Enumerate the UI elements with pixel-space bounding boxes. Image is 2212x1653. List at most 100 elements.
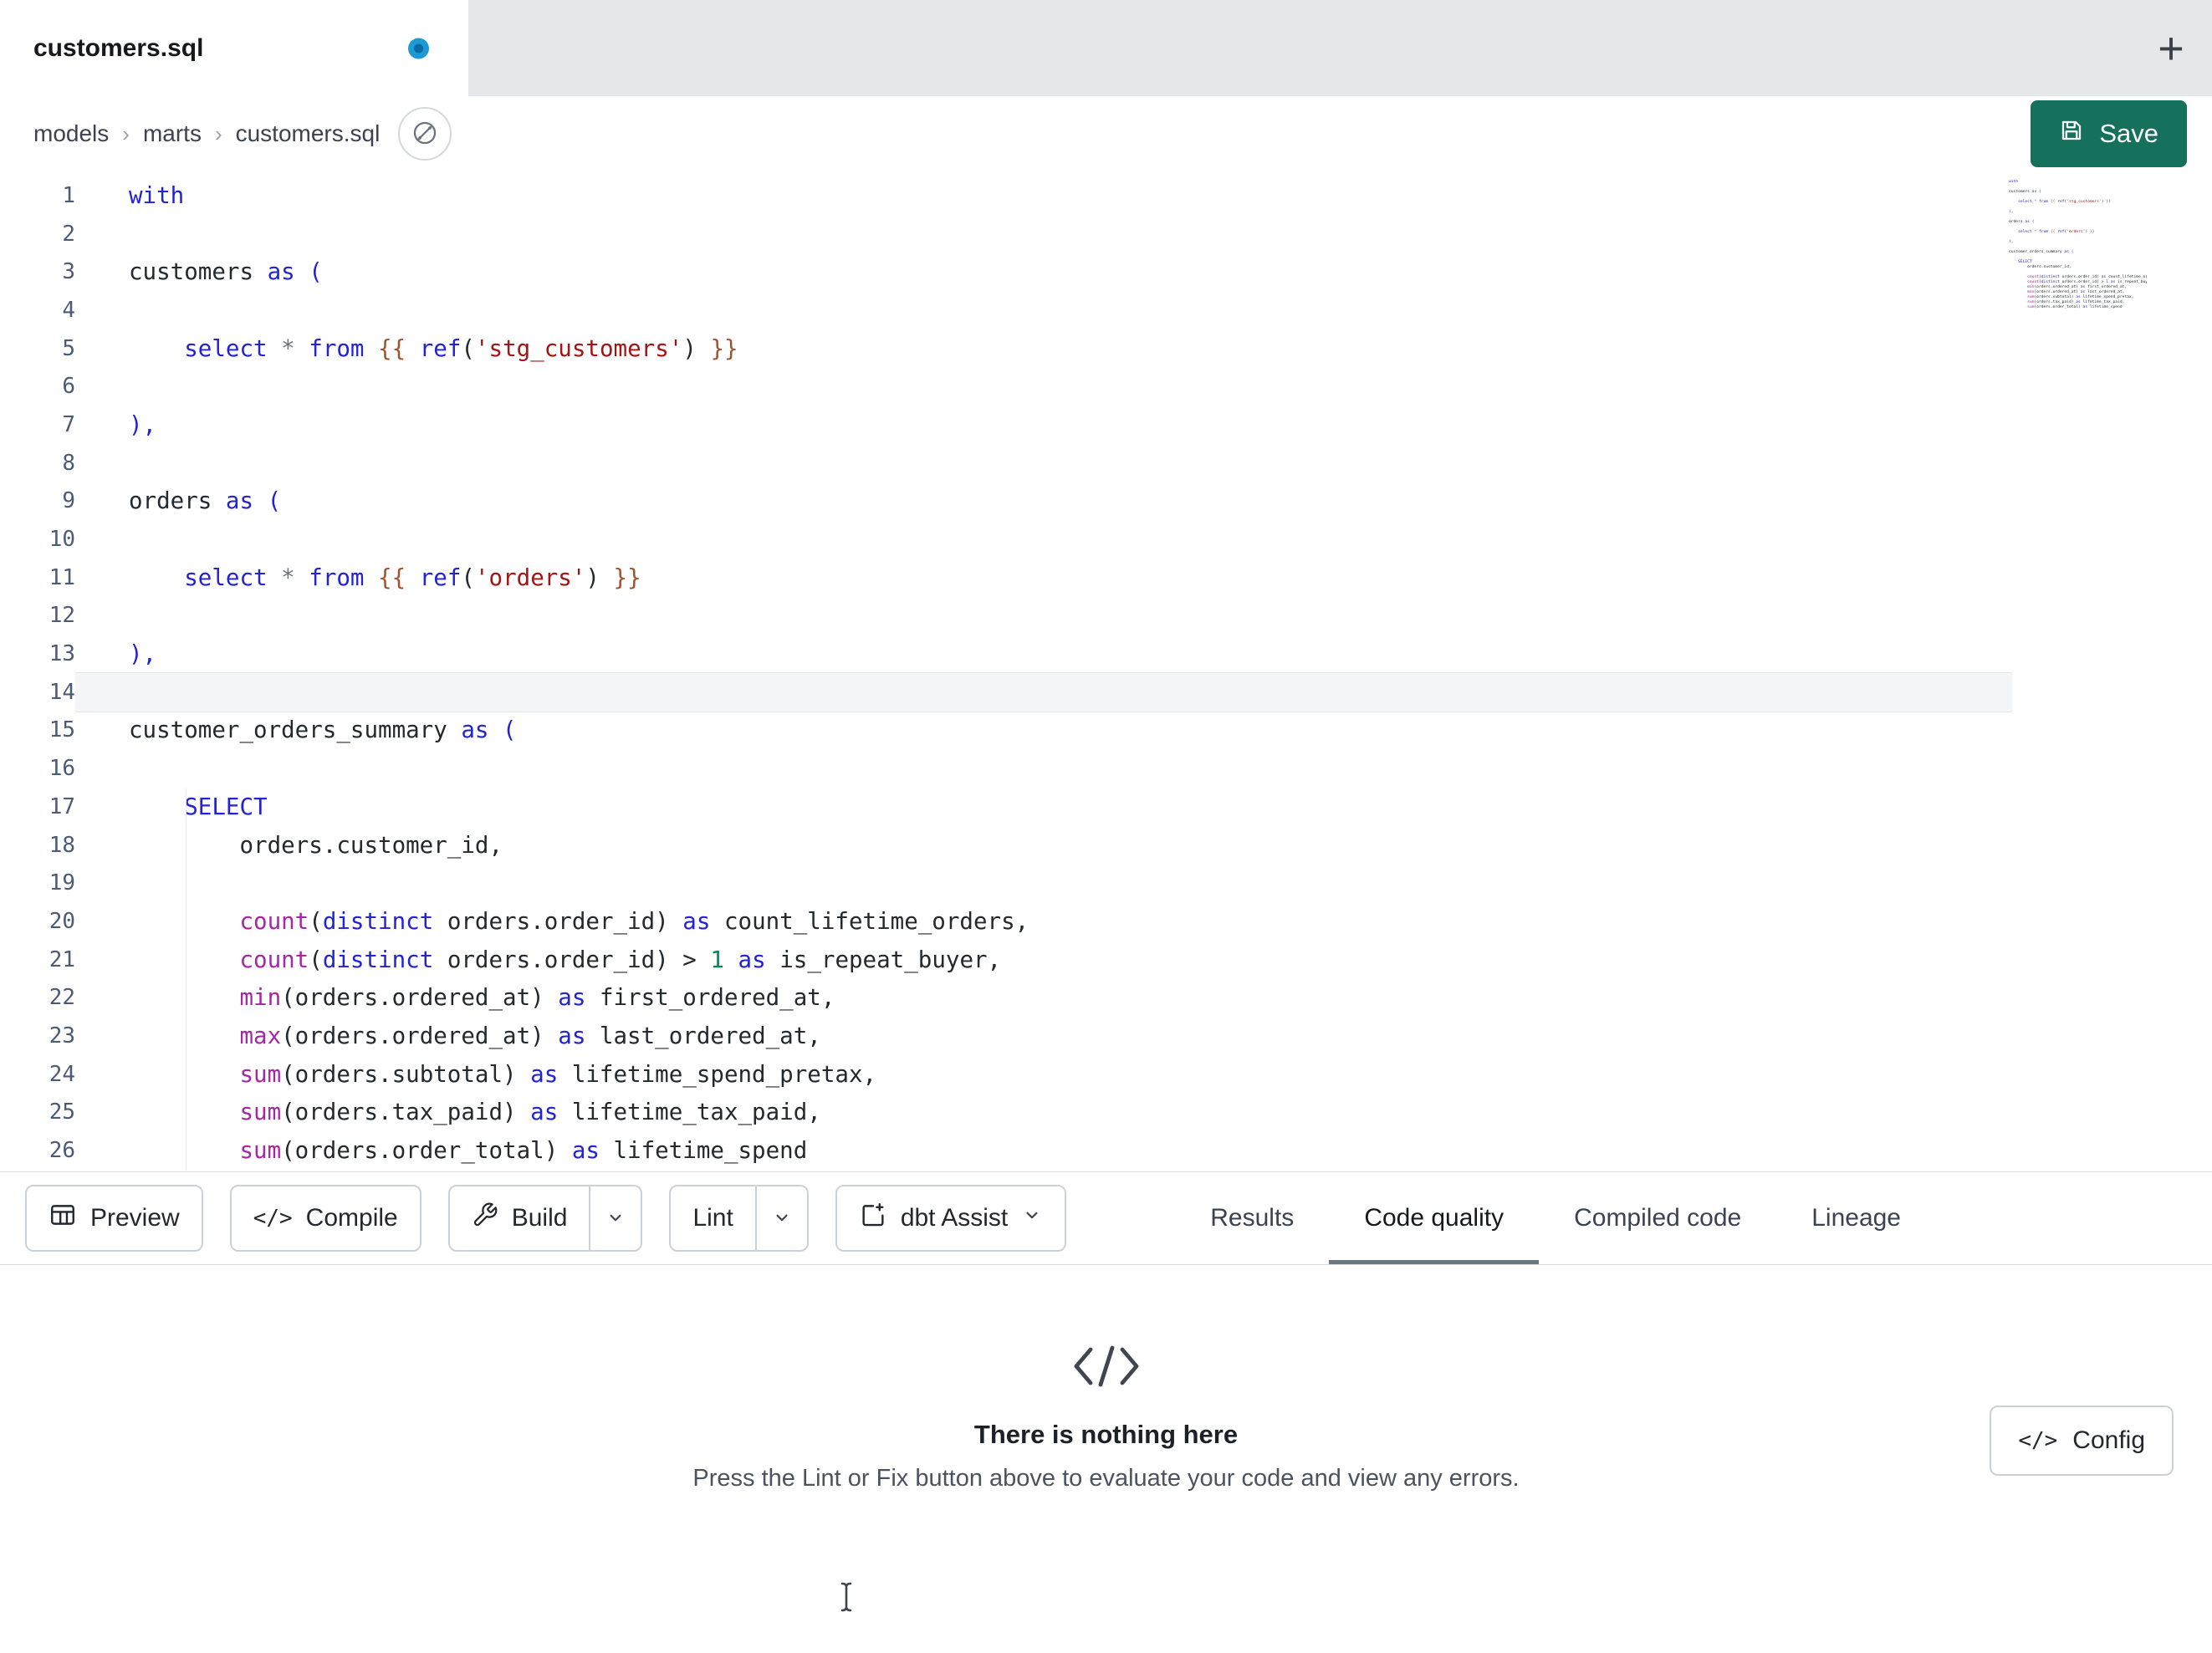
code-line[interactable]: 1 with [0, 176, 2212, 215]
lint-button-label: Lint [692, 1204, 733, 1232]
line-number: 10 [49, 527, 75, 553]
preview-button-label: Preview [90, 1204, 180, 1232]
line-number: 25 [49, 1099, 75, 1125]
code-line[interactable]: 22 min(orders.ordered_at) as first_order… [0, 978, 2212, 1017]
line-number: 3 [62, 259, 75, 285]
code-line[interactable]: 9 orders as ( [0, 482, 2212, 521]
file-header-bar: models › marts › customers.sql Save [0, 96, 2212, 171]
empty-state-subtitle: Press the Lint or Fix button above to ev… [692, 1465, 1520, 1492]
code-line[interactable]: 14 [0, 671, 2212, 712]
wrench-icon [472, 1201, 498, 1235]
view-lineage-button[interactable] [398, 107, 452, 161]
line-number: 13 [49, 641, 75, 667]
code-line[interactable]: 11 select * from {{ ref('orders') }} [0, 559, 2212, 597]
config-button-label: Config [2072, 1426, 2145, 1454]
tab-results[interactable]: Results [1175, 1172, 1329, 1264]
code-line[interactable]: 26 sum(orders.order_total) as lifetime_s… [0, 1131, 2212, 1170]
lint-button-group: Lint [669, 1185, 809, 1252]
line-number: 23 [49, 1023, 75, 1048]
code-line[interactable]: 24 sum(orders.subtotal) as lifetime_spen… [0, 1055, 2212, 1094]
line-number: 1 [62, 182, 75, 208]
code-line[interactable]: 5 select * from {{ ref('stg_customers') … [0, 329, 2212, 368]
breadcrumb-marts[interactable]: marts [143, 120, 202, 147]
tab-lineage[interactable]: Lineage [1776, 1172, 1936, 1264]
line-number: 20 [49, 908, 75, 934]
file-tab-customers-sql[interactable]: customers.sql [0, 0, 468, 96]
code-line[interactable]: 17 SELECT [0, 788, 2212, 826]
code-line[interactable]: 10 [0, 520, 2212, 559]
line-number: 24 [49, 1061, 75, 1087]
line-number: 2 [62, 221, 75, 247]
code-line[interactable]: 3 customers as ( [0, 253, 2212, 291]
minimap[interactable]: with customers as ( select * from {{ ref(… [2009, 180, 2147, 389]
dbt-lineage-icon [411, 119, 439, 150]
code-line[interactable]: 7), [0, 406, 2212, 444]
code-brackets-icon: </> [2018, 1428, 2058, 1453]
line-number: 18 [49, 832, 75, 858]
line-number: 7 [62, 411, 75, 437]
line-number: 22 [49, 985, 75, 1011]
file-tab-label: customers.sql [33, 33, 204, 62]
build-button[interactable]: Build [450, 1186, 590, 1250]
code-line[interactable]: 23 max(orders.ordered_at) as last_ordere… [0, 1017, 2212, 1055]
dbt-assist-button[interactable]: dbt Assist [835, 1185, 1067, 1252]
tab-code-quality[interactable]: Code quality [1329, 1172, 1539, 1264]
build-dropdown-button[interactable] [589, 1186, 641, 1250]
code-line[interactable]: 19 [0, 864, 2212, 902]
line-number: 21 [49, 946, 75, 972]
empty-state-title: There is nothing here [973, 1420, 1239, 1449]
line-number: 19 [49, 870, 75, 896]
code-lines: 1 with 2 3 customers as ( 4 5 select * from {{… [0, 176, 2212, 1170]
code-line[interactable]: 12 [0, 597, 2212, 635]
code-line[interactable]: 6 [0, 367, 2212, 406]
line-number: 17 [49, 793, 75, 819]
code-line[interactable]: 15 customer_orders_summary as ( [0, 712, 2212, 750]
code-line[interactable]: 20 count(distinct orders.order_id) as co… [0, 902, 2212, 941]
code-line[interactable]: 16 [0, 749, 2212, 788]
code-line[interactable]: 18 orders.customer_id, [0, 826, 2212, 865]
config-button[interactable]: </> Config [1990, 1406, 2174, 1476]
code-line[interactable]: 8 [0, 444, 2212, 482]
code-line[interactable]: 21 count(distinct orders.order_id) > 1 a… [0, 941, 2212, 979]
code-quality-panel: There is nothing here Press the Lint or … [0, 1342, 2212, 1653]
save-button-label: Save [2099, 119, 2158, 148]
line-number: 6 [62, 374, 75, 400]
lint-dropdown-button[interactable] [754, 1186, 807, 1250]
code-line[interactable]: 25 sum(orders.tax_paid) as lifetime_tax_… [0, 1094, 2212, 1132]
compile-button-label: Compile [305, 1204, 398, 1232]
lint-button[interactable]: Lint [671, 1186, 754, 1250]
save-icon [2059, 118, 2084, 150]
breadcrumb-customers-sql: customers.sql [235, 120, 381, 146]
minimap-line: sum(orders.order_total) as lifetime_spen… [2027, 305, 2123, 309]
build-button-label: Build [511, 1204, 568, 1232]
dbt-ide-window: customers.sql + models › marts › custome… [0, 0, 2212, 1653]
line-number: 16 [49, 756, 75, 782]
breadcrumb-separator: › [122, 120, 130, 146]
editor-toolbar: Preview </> Compile Build Lint dbt Assis… [0, 1171, 2212, 1265]
new-tab-button[interactable]: + [2135, 13, 2207, 84]
file-tab-bar: customers.sql + [0, 0, 2212, 96]
line-number: 11 [49, 564, 75, 590]
code-line[interactable]: 2 [0, 215, 2212, 253]
code-line[interactable]: 4 [0, 291, 2212, 329]
results-tab-bar: Results Code quality Compiled code Linea… [1175, 1172, 1936, 1264]
line-number: 15 [49, 717, 75, 743]
ai-edit-icon [859, 1201, 887, 1236]
code-editor[interactable]: 1 with 2 3 customers as ( 4 5 select * from {{… [0, 171, 2212, 1171]
compile-button[interactable]: </> Compile [229, 1185, 421, 1252]
code-brackets-icon [0, 1342, 2212, 1395]
tab-compiled-code[interactable]: Compiled code [1539, 1172, 1776, 1264]
breadcrumb-models[interactable]: models [33, 120, 109, 147]
chevron-down-icon [605, 1207, 626, 1231]
save-button[interactable]: Save [2031, 100, 2187, 167]
line-number: 5 [62, 335, 75, 361]
unsaved-changes-icon [408, 38, 429, 59]
code-line[interactable]: 13), [0, 635, 2212, 673]
chevron-down-icon [1021, 1204, 1043, 1232]
chevron-down-icon [771, 1207, 793, 1231]
preview-button[interactable]: Preview [25, 1185, 203, 1252]
table-icon [49, 1201, 77, 1236]
dbt-assist-button-label: dbt Assist [900, 1204, 1009, 1232]
line-number: 26 [49, 1138, 75, 1164]
line-number: 4 [62, 297, 75, 323]
